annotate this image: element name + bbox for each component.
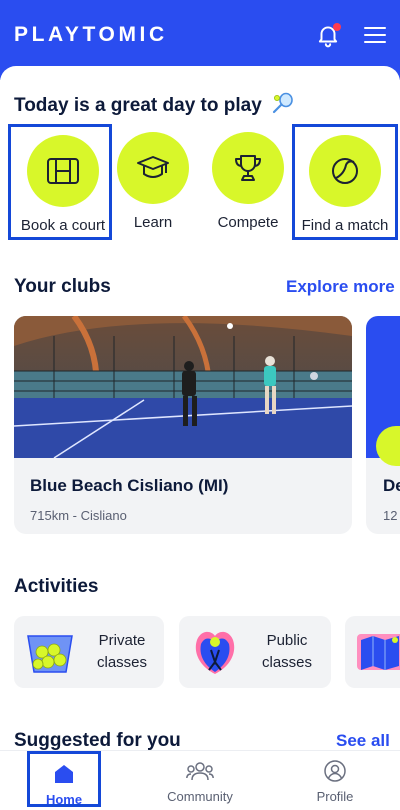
quick-action-compete[interactable]: Compete [196, 124, 300, 240]
racket-icon [272, 92, 293, 114]
club-name-partial: De [383, 476, 400, 495]
community-icon [186, 762, 214, 781]
activity-label: Public classes [245, 630, 329, 674]
club-distance: 715km - Cisliano [30, 508, 127, 523]
notification-dot [333, 23, 341, 31]
activity-label-line1: Private [98, 632, 146, 649]
profile-icon [324, 760, 346, 782]
player-icon [195, 631, 235, 674]
club-card[interactable]: Blue Beach Cisliano (MI) 715km - Cislian… [14, 316, 352, 534]
club-name: Blue Beach Cisliano (MI) [30, 476, 229, 495]
bottom-navigation: Home Community Profile [0, 750, 400, 810]
learn-circle [117, 132, 189, 204]
suggested-title: Suggested for you [14, 730, 181, 751]
quick-action-label: Learn [133, 214, 173, 231]
app-logo: PLAYTOMIC [14, 23, 168, 46]
book-court-circle [27, 135, 99, 207]
activity-label: Private classes [80, 630, 164, 674]
ball-icon [332, 158, 358, 184]
map-icon [357, 634, 400, 670]
activity-public-classes[interactable]: Public classes [179, 616, 331, 688]
compete-circle [212, 132, 284, 204]
quick-action-book-court[interactable]: Book a court [8, 124, 112, 240]
nav-label: Profile [316, 789, 354, 804]
club-photo [14, 316, 352, 458]
quick-action-learn[interactable]: Learn [101, 124, 205, 240]
quick-action-label: Book a court [20, 217, 106, 234]
activity-label-line2: classes [261, 654, 313, 671]
graduation-cap-icon [137, 156, 169, 178]
ball-basket-icon [27, 635, 73, 673]
find-match-circle [309, 135, 381, 207]
activity-partial[interactable] [345, 616, 400, 688]
quick-action-label: Find a match [301, 217, 389, 234]
home-sheet: Today is a great day to play Book a cour… [0, 66, 400, 756]
greeting-heading: Today is a great day to play [14, 92, 295, 117]
nav-label: Home [45, 792, 83, 807]
hamburger-menu-icon[interactable] [364, 26, 386, 44]
greeting-text: Today is a great day to play [14, 95, 262, 116]
activity-label-line2: classes [96, 654, 148, 671]
activities-title: Activities [14, 576, 99, 597]
home-icon [55, 765, 73, 783]
explore-more-link[interactable]: Explore more [286, 277, 395, 297]
quick-action-label: Compete [217, 214, 279, 231]
clubs-title: Your clubs [14, 276, 111, 297]
quick-action-find-match[interactable]: Find a match [292, 124, 398, 240]
court-icon [47, 158, 79, 184]
nav-home[interactable]: Home [27, 751, 101, 807]
activity-private-classes[interactable]: Private classes [14, 616, 164, 688]
see-all-link[interactable]: See all [336, 731, 390, 751]
nav-community[interactable]: Community [160, 751, 240, 807]
activity-label-line1: Public [266, 632, 308, 649]
club-card-partial[interactable]: De 12 [366, 316, 400, 534]
nav-profile[interactable]: Profile [300, 751, 370, 807]
club-distance-partial: 12 [383, 508, 398, 523]
trophy-icon [235, 155, 261, 181]
nav-label: Community [167, 789, 233, 804]
